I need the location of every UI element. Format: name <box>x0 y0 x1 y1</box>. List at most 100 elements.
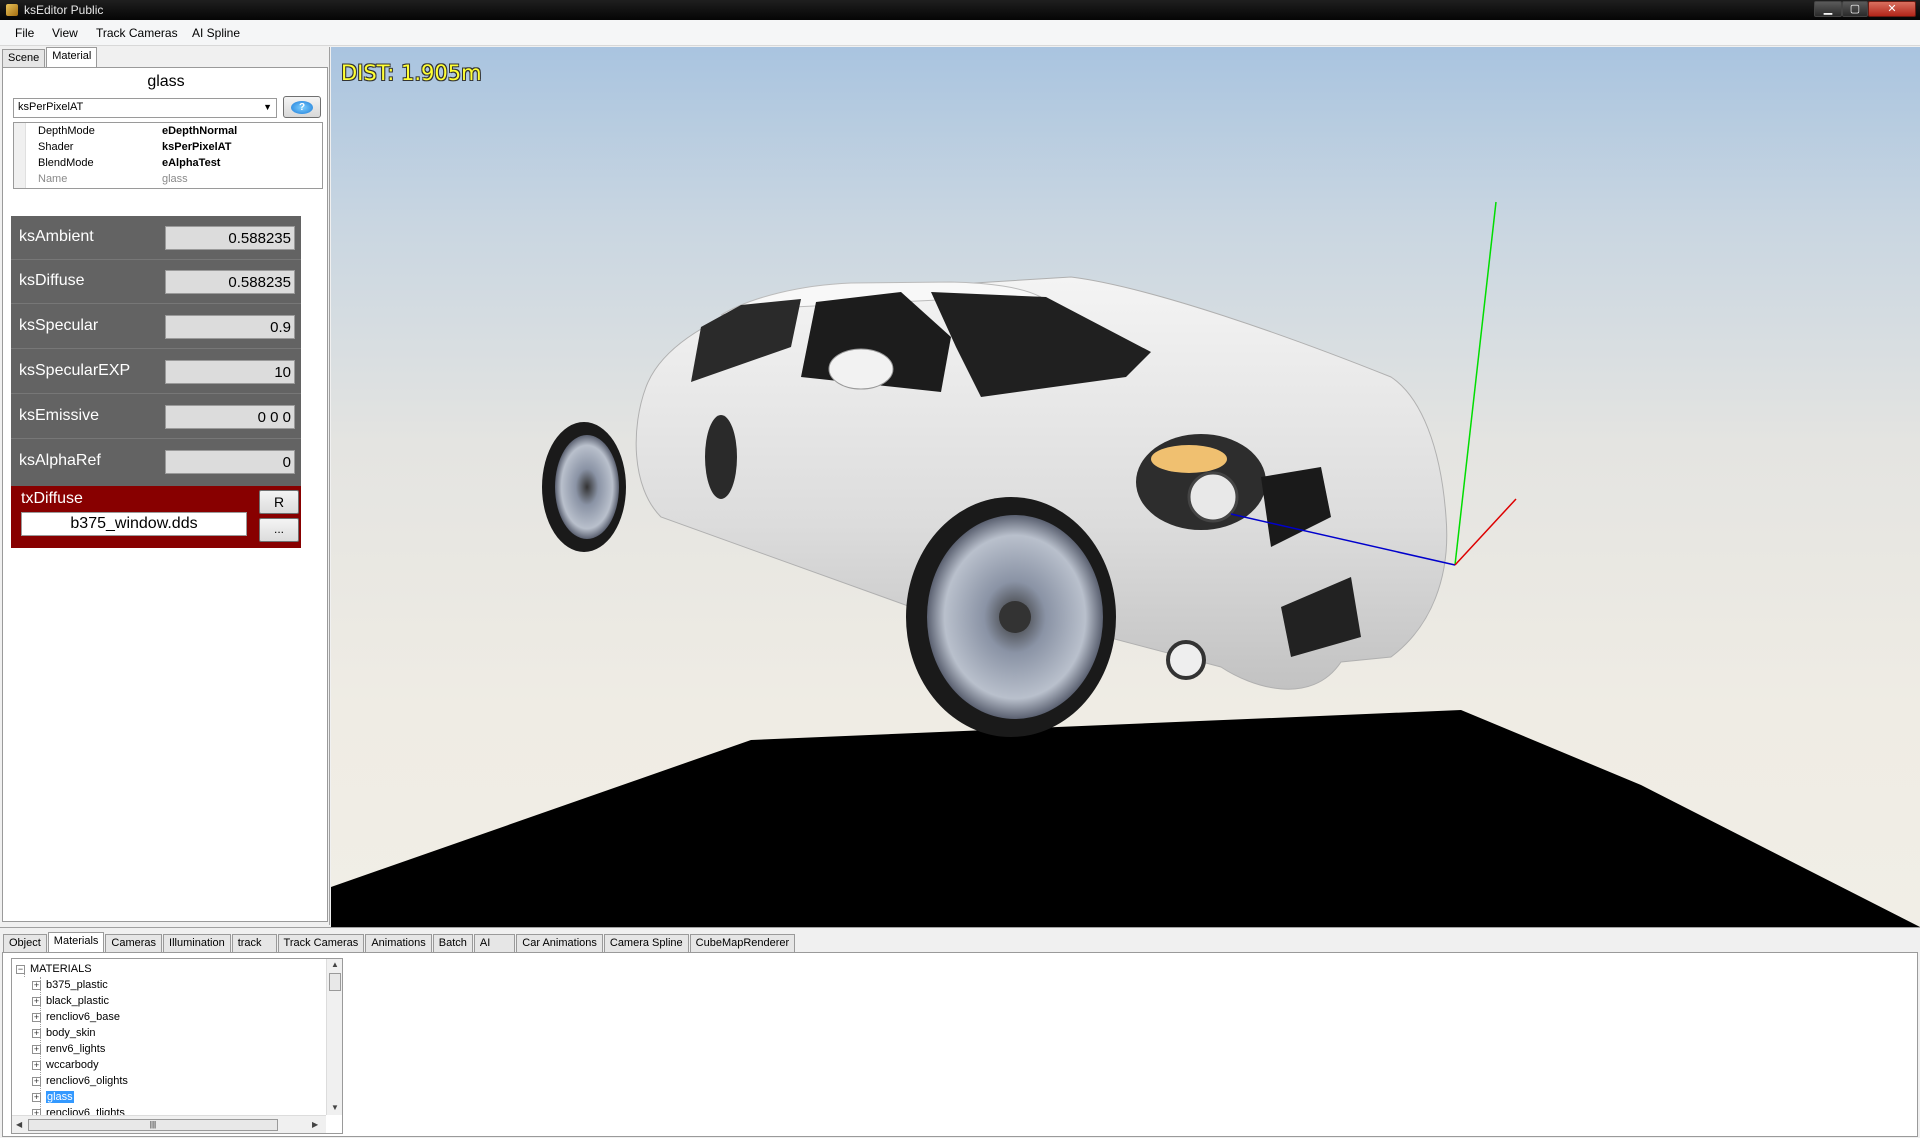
minimize-button[interactable]: ▁ <box>1814 1 1842 17</box>
tab-batch[interactable]: Batch <box>432 934 473 952</box>
tab-camera-spline[interactable]: Camera Spline <box>603 934 689 952</box>
ground-plane <box>331 710 1920 927</box>
tree-horizontal-scrollbar[interactable]: ◀ ||| ▶ <box>12 1115 326 1133</box>
param-input[interactable]: 0.588235 <box>165 270 295 294</box>
tab-car-animations[interactable]: Car Animations <box>516 934 603 952</box>
menu-view[interactable]: View <box>52 26 78 40</box>
scroll-right-icon[interactable]: ▶ <box>312 1120 318 1129</box>
param-label: ksAlphaRef <box>19 452 101 469</box>
material-name-title: glass <box>147 73 185 90</box>
expand-icon[interactable]: + <box>32 1077 41 1086</box>
tab-animations[interactable]: Animations <box>365 934 432 952</box>
scene-render <box>331 201 1920 927</box>
window-title: ksEditor Public <box>24 3 104 17</box>
tab-materials[interactable]: Materials <box>47 932 105 952</box>
side-mirror <box>828 348 894 390</box>
texture-reset-button[interactable]: R <box>259 490 299 514</box>
expand-icon[interactable]: + <box>32 981 41 990</box>
side-intake <box>705 415 737 499</box>
tab-ai[interactable]: AI <box>473 934 516 952</box>
param-input[interactable]: 0 <box>165 450 295 474</box>
tab-scene[interactable]: Scene <box>2 49 46 67</box>
param-row-ksemissive: ksEmissive 0 0 0 <box>11 395 301 439</box>
tree-vertical-scrollbar[interactable]: ▲ ▼ <box>326 959 342 1115</box>
tab-track[interactable]: track <box>231 934 277 952</box>
3d-viewport[interactable]: DIST: 1.905m <box>331 47 1920 927</box>
expand-icon[interactable]: + <box>32 997 41 1006</box>
tab-cameras[interactable]: Cameras <box>105 934 163 952</box>
tree-item-label: body_skin <box>46 1027 96 1039</box>
param-row-ksambient: ksAmbient 0.588235 <box>11 216 301 260</box>
rear-rim <box>555 435 619 539</box>
tree-item-label: rencliov6_olights <box>46 1075 128 1087</box>
expand-icon[interactable]: + <box>32 1045 41 1054</box>
texture-slot-label: txDiffuse <box>21 490 83 507</box>
menu-track-cameras[interactable]: Track Cameras <box>96 26 178 40</box>
texture-browse-button[interactable]: ... <box>259 518 299 542</box>
collapse-icon[interactable]: − <box>16 965 25 974</box>
param-label: ksAmbient <box>19 228 94 245</box>
param-input[interactable]: 0.9 <box>165 315 295 339</box>
car-model <box>542 276 1448 737</box>
property-row[interactable]: BlendMode eAlphaTest <box>14 156 322 172</box>
expand-icon[interactable]: + <box>32 1013 41 1022</box>
expand-icon[interactable]: + <box>32 1061 41 1070</box>
left-tab-strip: Scene Material <box>2 47 98 67</box>
tree-item-label: black_plastic <box>46 995 109 1007</box>
texture-file-field[interactable]: b375_window.dds <box>21 512 247 536</box>
axis-x-line <box>1454 498 1517 566</box>
scroll-thumb[interactable] <box>329 973 341 991</box>
headlight-lens <box>1187 471 1239 523</box>
menu-bar: File View Track Cameras AI Spline <box>0 20 1920 46</box>
param-label: ksSpecularEXP <box>19 362 131 379</box>
scroll-left-icon[interactable]: ◀ <box>16 1120 22 1129</box>
materials-pane: − MATERIALS + b375_plastic + black_plast… <box>2 952 1918 1137</box>
tab-track-cameras[interactable]: Track Cameras <box>277 934 365 952</box>
menu-file[interactable]: File <box>15 26 34 40</box>
tree-item-label: wccarbody <box>46 1059 99 1071</box>
headlight-amber <box>1151 445 1227 473</box>
tree-item-label: rencliov6_base <box>46 1011 120 1023</box>
tab-cubemap-renderer[interactable]: CubeMapRenderer <box>689 934 796 952</box>
bottom-panel: Object Materials Cameras Illumination tr… <box>0 927 1920 1138</box>
param-input[interactable]: 0.588235 <box>165 226 295 250</box>
maximize-button[interactable]: ▢ <box>1842 1 1868 17</box>
materials-tree[interactable]: − MATERIALS + b375_plastic + black_plast… <box>11 958 343 1134</box>
close-button[interactable]: ✕ <box>1868 1 1916 17</box>
tab-illumination[interactable]: Illumination <box>163 934 231 952</box>
param-row-ksalpharef: ksAlphaRef 0 <box>11 440 301 484</box>
left-panel: Scene Material glass ksPerPixelAT ▼ ? De… <box>0 47 330 925</box>
param-input[interactable]: 0 0 0 <box>165 405 295 429</box>
expand-icon[interactable]: + <box>32 1093 41 1102</box>
front-hub <box>999 601 1031 633</box>
help-icon: ? <box>291 101 313 114</box>
param-row-ksspecular: ksSpecular 0.9 <box>11 305 301 349</box>
tab-material[interactable]: Material <box>46 47 98 67</box>
param-input[interactable]: 10 <box>165 360 295 384</box>
property-row[interactable]: Name glass <box>14 172 322 188</box>
scroll-down-icon[interactable]: ▼ <box>331 1103 339 1112</box>
shader-params-panel: ksAmbient 0.588235 ksDiffuse 0.588235 ks… <box>11 216 301 486</box>
expand-icon[interactable]: + <box>32 1029 41 1038</box>
property-grid: DepthMode eDepthNormal Shader ksPerPixel… <box>13 122 323 189</box>
param-label: ksDiffuse <box>19 272 85 289</box>
tree-item-label: b375_plastic <box>46 979 108 991</box>
texture-slot-panel: txDiffuse b375_window.dds R ... <box>11 486 301 548</box>
property-row[interactable]: Shader ksPerPixelAT <box>14 140 322 156</box>
tab-object[interactable]: Object <box>3 934 47 952</box>
axis-y-line <box>1454 201 1497 566</box>
menu-ai-spline[interactable]: AI Spline <box>192 26 240 40</box>
scroll-thumb[interactable]: ||| <box>28 1119 278 1131</box>
shader-dropdown[interactable]: ksPerPixelAT ▼ <box>13 98 277 118</box>
param-label: ksSpecular <box>19 317 99 334</box>
property-value: ksPerPixelAT <box>162 141 232 153</box>
property-name: Shader <box>38 141 74 153</box>
param-row-ksspecularexp: ksSpecularEXP 10 <box>11 350 301 394</box>
distance-readout: DIST: 1.905m <box>341 61 482 85</box>
property-row[interactable]: DepthMode eDepthNormal <box>14 124 322 140</box>
shader-dropdown-value: ksPerPixelAT <box>18 101 84 113</box>
scroll-up-icon[interactable]: ▲ <box>331 960 339 969</box>
property-value: eDepthNormal <box>162 125 238 137</box>
title-bar: ksEditor Public ▁ ▢ ✕ <box>0 0 1920 20</box>
help-button[interactable]: ? <box>283 96 321 118</box>
